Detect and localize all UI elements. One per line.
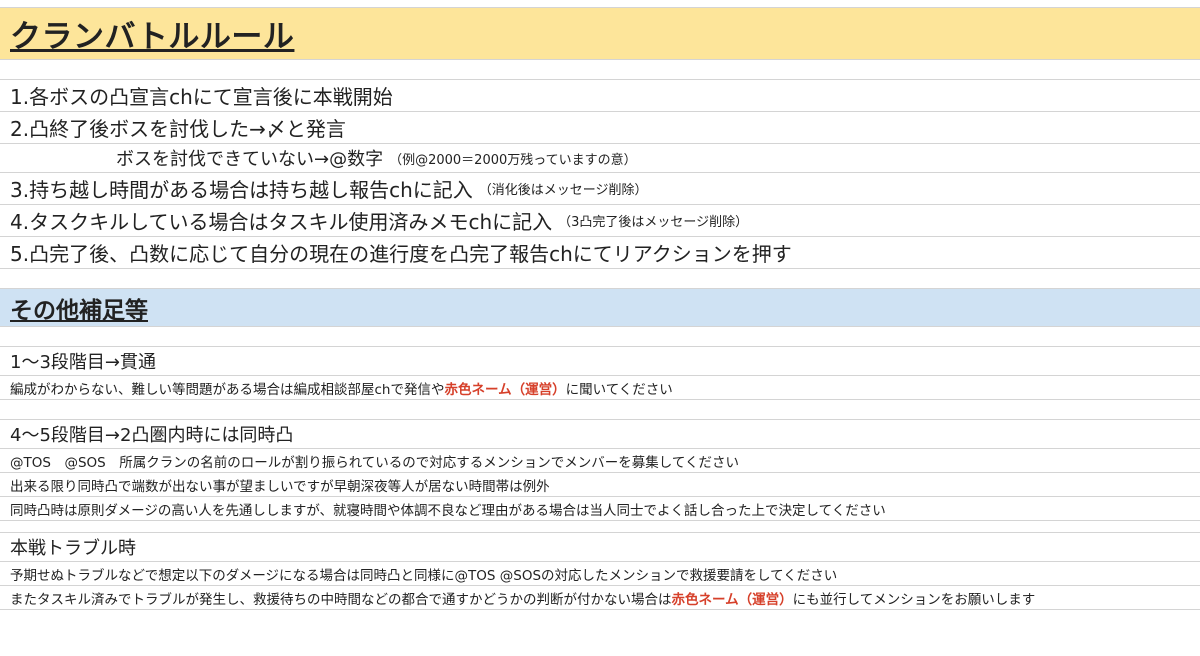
- block1-line1-pre: 編成がわからない、難しい等問題がある場合は編成相談部屋chで発信や: [10, 381, 445, 398]
- blank-row[interactable]: [0, 60, 1200, 80]
- block3-heading: 本戦トラブル時: [10, 538, 136, 559]
- blank-row[interactable]: [0, 269, 1200, 289]
- rule-row-2[interactable]: 2.凸終了後ボスを討伐した→〆と発言: [0, 112, 1200, 144]
- red-name-highlight: 赤色ネーム（運営）: [444, 381, 566, 398]
- rule-section-title: クランバトルルール: [10, 19, 295, 55]
- blank-row[interactable]: [0, 400, 1200, 420]
- spreadsheet: クランバトルルール 1.各ボスの凸宣言chにて宣言後に本戦開始 2.凸終了後ボス…: [0, 0, 1200, 656]
- block1-heading: 1〜3段階目→貫通: [10, 352, 156, 373]
- block2-line2-row[interactable]: 出来る限り同時凸で端数が出ない事が望ましいですが早朝深夜等人が居ない時間帯は例外: [0, 473, 1200, 497]
- block3-line1: 予期せぬトラブルなどで想定以下のダメージになる場合は同時凸と同様に@TOS @S…: [10, 567, 838, 584]
- block2-line1-row[interactable]: @TOS @SOS 所属クランの名前のロールが割り振られているので対応するメンシ…: [0, 449, 1200, 473]
- rule-4-text: 4.タスクキルしている場合はタスキル使用済みメモchに記入: [10, 210, 553, 234]
- rule-row-5[interactable]: 5.凸完了後、凸数に応じて自分の現在の進行度を凸完了報告chにてリアクションを押…: [0, 237, 1200, 269]
- rule-row-4[interactable]: 4.タスクキルしている場合はタスキル使用済みメモchに記入 （3凸完了後はメッセ…: [0, 205, 1200, 237]
- rule-2b-note: （例@2000＝2000万残っていますの意）: [389, 152, 637, 168]
- block1-heading-row[interactable]: 1〜3段階目→貫通: [0, 347, 1200, 376]
- rule-3-note: （消化後はメッセージ削除）: [478, 183, 648, 198]
- block1-line1-post: に聞いてください: [565, 381, 673, 398]
- block2-heading: 4〜5段階目→2凸圏内時には同時凸: [10, 425, 294, 446]
- rule-2b-text: ボスを討伐できていない→@数字: [116, 149, 384, 170]
- block2-heading-row[interactable]: 4〜5段階目→2凸圏内時には同時凸: [0, 420, 1200, 449]
- blank-row[interactable]: [0, 327, 1200, 347]
- other-header-row[interactable]: その他補足等: [0, 289, 1200, 327]
- rule-row-2b[interactable]: ボスを討伐できていない→@数字 （例@2000＝2000万残っていますの意）: [0, 144, 1200, 173]
- block3-heading-row[interactable]: 本戦トラブル時: [0, 533, 1200, 562]
- rule-5-text: 5.凸完了後、凸数に応じて自分の現在の進行度を凸完了報告chにてリアクションを押…: [10, 242, 792, 266]
- other-section-title: その他補足等: [10, 297, 148, 324]
- rule-2-text: 2.凸終了後ボスを討伐した→〆と発言: [10, 117, 346, 141]
- rule-1-text: 1.各ボスの凸宣言chにて宣言後に本戦開始: [10, 85, 393, 109]
- block2-line1: @TOS @SOS 所属クランの名前のロールが割り振られているので対応するメンシ…: [10, 454, 739, 471]
- block2-line2: 出来る限り同時凸で端数が出ない事が望ましいですが早朝深夜等人が居ない時間帯は例外: [10, 478, 550, 495]
- block3-line2-post: にも並行してメンションをお願いします: [792, 591, 1036, 608]
- block3-line1-row[interactable]: 予期せぬトラブルなどで想定以下のダメージになる場合は同時凸と同様に@TOS @S…: [0, 562, 1200, 586]
- block2-line3: 同時凸時は原則ダメージの高い人を先通ししますが、就寝時間や体調不良など理由がある…: [10, 502, 886, 519]
- rule-row-1[interactable]: 1.各ボスの凸宣言chにて宣言後に本戦開始: [0, 80, 1200, 112]
- block3-line2-row[interactable]: またタスキル済みでトラブルが発生し、救援待ちの中時間などの都合で通すかどうかの判…: [0, 586, 1200, 610]
- rule-row-3[interactable]: 3.持ち越し時間がある場合は持ち越し報告chに記入 （消化後はメッセージ削除）: [0, 173, 1200, 205]
- block3-line2-pre: またタスキル済みでトラブルが発生し、救援待ちの中時間などの都合で通すかどうかの判…: [10, 591, 672, 608]
- rule-3-text: 3.持ち越し時間がある場合は持ち越し報告chに記入: [10, 178, 473, 202]
- rule-header-row[interactable]: クランバトルルール: [0, 8, 1200, 60]
- rule-4-note: （3凸完了後はメッセージ削除）: [558, 215, 749, 230]
- red-name-highlight: 赤色ネーム（運営）: [671, 591, 793, 608]
- block1-line-row[interactable]: 編成がわからない、難しい等問題がある場合は編成相談部屋chで発信や 赤色ネーム（運…: [0, 376, 1200, 400]
- block2-line3-row[interactable]: 同時凸時は原則ダメージの高い人を先通ししますが、就寝時間や体調不良など理由がある…: [0, 497, 1200, 521]
- blank-row[interactable]: [0, 521, 1200, 533]
- spacer-row: [0, 0, 1200, 8]
